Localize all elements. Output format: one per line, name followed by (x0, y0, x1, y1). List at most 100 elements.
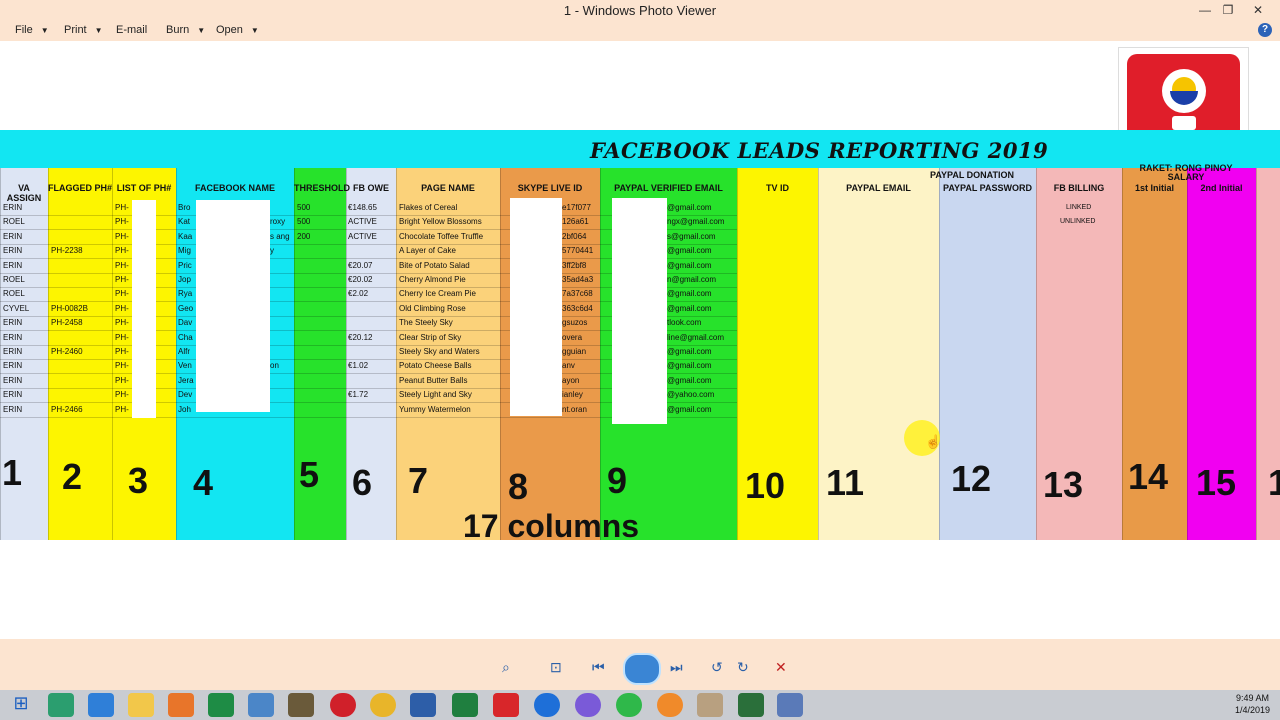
menu-bar: File ▼ Print ▼ E-mail Burn ▼ Open ▼ ? (0, 21, 1280, 41)
redaction-mask (132, 200, 156, 418)
cell-paypal-verified: @gmail.com (667, 246, 712, 256)
photo-viewer-icon[interactable] (777, 693, 803, 717)
cell-va-assign: ERIN (3, 361, 23, 371)
anydesk-icon[interactable] (493, 693, 519, 717)
cell-flagged: PH-0082B (51, 303, 88, 313)
excel-icon[interactable] (208, 693, 234, 717)
paint-icon[interactable] (697, 693, 723, 717)
cell-skype: overa (562, 332, 583, 342)
camtasia-icon[interactable] (452, 693, 478, 717)
chevron-down-icon: ▼ (94, 26, 103, 35)
fb-billing-linked: LINKED (1066, 204, 1092, 211)
menu-burn[interactable]: Burn ▼ (166, 24, 205, 36)
cell-fb-name-right: on (270, 361, 279, 371)
next-icon[interactable]: ⏭ (670, 659, 683, 676)
cell-va-assign: ERIN (3, 231, 23, 241)
header-page-name: PAGE NAME (421, 183, 475, 193)
cell-fb-name: Kaa (178, 231, 193, 241)
media-icon[interactable] (288, 693, 314, 717)
cell-skype: 2bf064 (562, 231, 587, 241)
column-gridline (0, 168, 1, 540)
chrome-icon[interactable] (370, 693, 396, 717)
cell-fb-name: Rya (178, 289, 193, 299)
cell-flagged: PH-2466 (51, 404, 83, 414)
app-icon[interactable] (410, 693, 436, 717)
cell-skype: nt.oran (562, 404, 587, 414)
cell-va-assign: ERIN (3, 404, 23, 414)
help-icon[interactable]: ? (1258, 23, 1272, 37)
cell-fb-owe: €20.07 (348, 260, 373, 270)
camtasia-recorder-icon[interactable] (738, 693, 764, 717)
menu-email[interactable]: E-mail (116, 24, 147, 36)
firefox-icon[interactable] (168, 693, 194, 717)
task-view-icon[interactable] (48, 693, 74, 717)
cell-paypal-verified: @gmail.com (667, 289, 712, 299)
cell-skype: 3ff2bf8 (562, 260, 587, 270)
redaction-mask (612, 198, 667, 424)
cell-fb-name: Ven (178, 361, 192, 371)
cell-paypal-verified: @gmail.com (667, 404, 712, 414)
close-button[interactable]: ✕ (1243, 0, 1273, 21)
whatsapp-icon[interactable] (616, 693, 642, 717)
menu-file-label: File (15, 24, 33, 36)
teamviewer-icon[interactable] (534, 693, 560, 717)
redaction-mask (510, 198, 562, 416)
zoom-icon[interactable]: ⌕ (502, 659, 510, 676)
column-gridline (1256, 168, 1257, 540)
cell-threshold: 500 (297, 203, 311, 212)
cell-fb-owe: €20.02 (348, 275, 373, 284)
cell-va-assign: CYVEL (3, 303, 30, 313)
menu-print[interactable]: Print ▼ (64, 24, 103, 36)
header-list-ph: LIST OF PH# (116, 183, 172, 193)
bulb-icon (1162, 69, 1206, 113)
maximize-button[interactable]: ❐ (1213, 0, 1243, 21)
cell-page-name: Old Climbing Rose (399, 303, 466, 313)
cell-fb-owe: €20.12 (348, 332, 373, 342)
menu-open[interactable]: Open ▼ (216, 24, 259, 36)
cell-fb-name-right: roxy (270, 217, 286, 227)
cell-paypal-verified: @gmail.com (667, 375, 712, 385)
cell-skype: ianley (562, 390, 583, 400)
column-number: 9 (607, 460, 628, 501)
column-gridline (346, 168, 347, 540)
app-c-icon[interactable] (657, 693, 683, 717)
cell-fb-name: Pric (178, 260, 192, 270)
slideshow-button[interactable] (623, 653, 661, 685)
fit-window-icon[interactable]: ⊡ (550, 659, 562, 676)
windows-start-icon[interactable]: ⊞ (8, 693, 34, 717)
menu-file[interactable]: File ▼ (15, 24, 49, 36)
chevron-down-icon: ▼ (250, 26, 259, 35)
delete-icon[interactable]: ✕ (775, 659, 787, 676)
control-panel-icon[interactable] (248, 693, 274, 717)
cell-skype: anv (562, 361, 575, 371)
cell-list-ph: PH- (115, 289, 129, 299)
header-tv-id: TV ID (765, 183, 789, 193)
header-fb-billing: FB BILLING (1053, 183, 1105, 193)
cell-fb-name: Kat (178, 217, 191, 227)
column-gridline (1122, 168, 1123, 540)
cell-page-name: Steely Sky and Waters (399, 347, 480, 356)
header-2nd-initial: 2nd Initial (1200, 183, 1243, 193)
cell-paypal-verified: @gmail.com (667, 303, 712, 313)
cell-fb-owe: €2.02 (348, 289, 369, 299)
column-number: 15 (1196, 462, 1237, 503)
cell-fb-name: Cha (178, 332, 193, 342)
rotate-right-icon[interactable]: ↻ (737, 659, 749, 676)
system-clock[interactable]: 9:49 AM 1/4/2019 (1235, 692, 1270, 716)
cell-fb-name: Dav (178, 318, 193, 328)
column-gridline (112, 168, 113, 540)
rotate-left-icon[interactable]: ↺ (711, 659, 723, 676)
opera-icon[interactable] (330, 693, 356, 717)
previous-icon[interactable]: ⏮ (592, 659, 605, 676)
cell-fb-owe: €1.72 (348, 390, 369, 400)
cell-page-name: Chocolate Toffee Truffle (399, 231, 484, 241)
file-explorer-icon[interactable] (128, 693, 154, 717)
edge-icon[interactable] (88, 693, 114, 717)
cell-fb-name: Alfr (178, 347, 190, 356)
cell-va-assign: ERIN (3, 318, 23, 328)
cell-fb-name: Jop (178, 275, 191, 284)
cell-va-assign: ERIN (3, 347, 23, 356)
viber-icon[interactable] (575, 693, 601, 717)
cell-page-name: The Steely Sky (399, 318, 453, 328)
cell-va-assign: ROEL (3, 217, 25, 227)
